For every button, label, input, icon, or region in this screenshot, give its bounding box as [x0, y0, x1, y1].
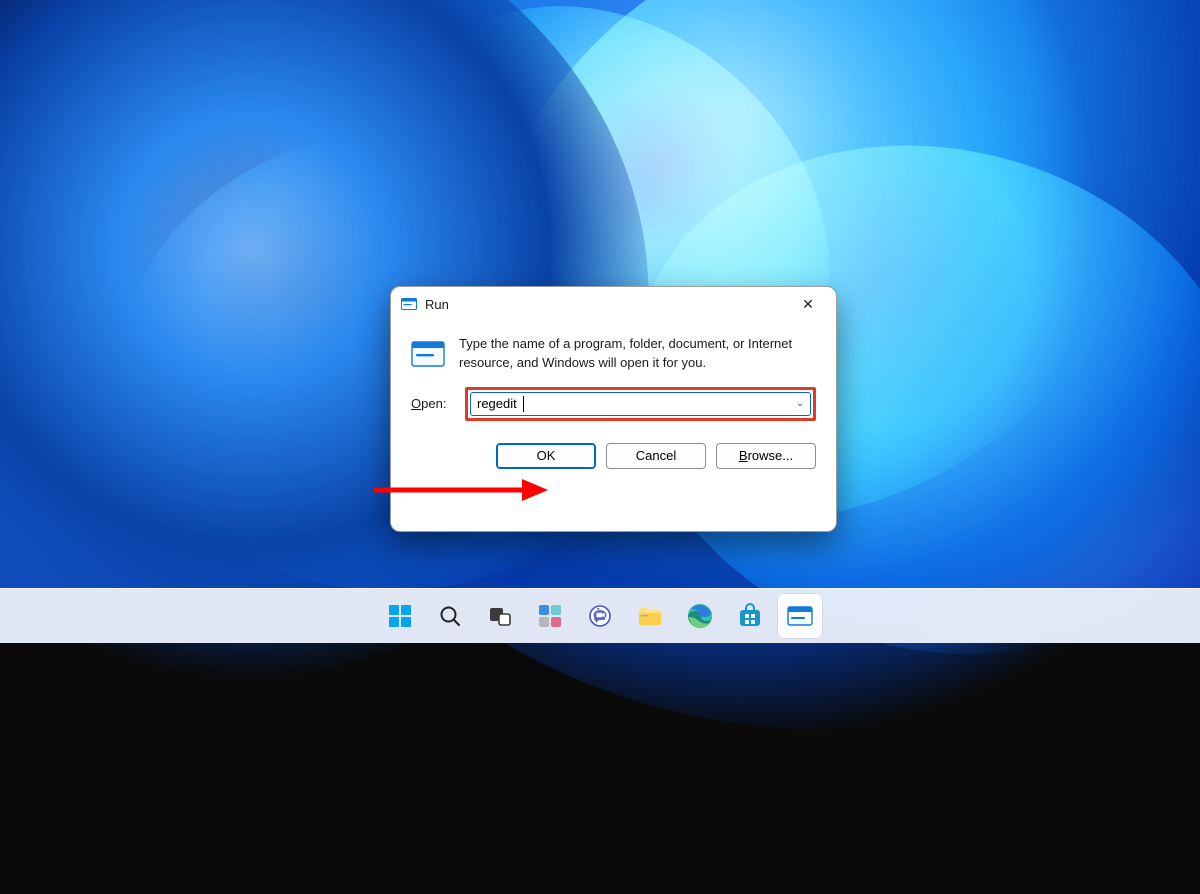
taskbar — [0, 588, 1200, 643]
run-large-icon — [411, 337, 445, 371]
edge-icon — [687, 603, 713, 629]
run-titlebar[interactable]: Run ✕ — [391, 287, 836, 321]
taskbar-search[interactable] — [428, 594, 472, 638]
open-combobox[interactable]: ⌄ — [470, 392, 811, 416]
run-description: Type the name of a program, folder, docu… — [459, 335, 816, 373]
chevron-down-icon[interactable]: ⌄ — [790, 398, 810, 409]
taskbar-chat[interactable] — [578, 594, 622, 638]
task-view-icon — [488, 604, 512, 628]
store-icon — [737, 603, 763, 629]
taskbar-run-app[interactable] — [778, 594, 822, 638]
text-caret — [523, 396, 524, 412]
chat-icon — [588, 604, 612, 628]
open-label: Open: — [411, 396, 455, 411]
taskbar-widgets[interactable] — [528, 594, 572, 638]
annotation-highlight-input: ⌄ — [465, 387, 816, 421]
taskbar-store[interactable] — [728, 594, 772, 638]
ok-button[interactable]: OK — [496, 443, 596, 469]
close-button[interactable]: ✕ — [786, 289, 830, 319]
browse-button[interactable]: Browse... — [716, 443, 816, 469]
run-dialog: Run ✕ Type the name of a program, folder… — [390, 286, 837, 532]
taskbar-task-view[interactable] — [478, 594, 522, 638]
run-app-icon — [787, 605, 813, 627]
close-icon: ✕ — [802, 297, 814, 311]
windows-logo-icon — [387, 603, 413, 629]
taskbar-edge[interactable] — [678, 594, 722, 638]
taskbar-file-explorer[interactable] — [628, 594, 672, 638]
search-icon — [438, 604, 462, 628]
run-title: Run — [425, 297, 449, 312]
run-app-icon — [401, 296, 417, 312]
folder-icon — [637, 605, 663, 627]
cancel-button[interactable]: Cancel — [606, 443, 706, 469]
widgets-icon — [537, 603, 563, 629]
taskbar-start[interactable] — [378, 594, 422, 638]
open-input[interactable] — [471, 396, 790, 411]
